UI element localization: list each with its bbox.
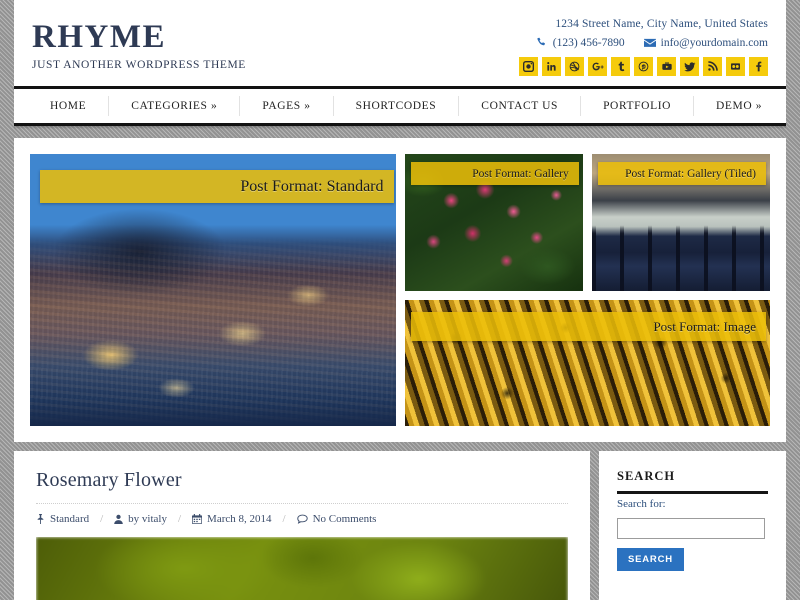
featured-right-column: Post Format: Gallery Post Format: Galler… bbox=[404, 154, 770, 426]
featured-tile-gallery-tiled[interactable]: Post Format: Gallery (Tiled) bbox=[591, 154, 770, 291]
site-logo[interactable]: RHYME bbox=[32, 20, 246, 55]
post-author-label: by vitaly bbox=[128, 513, 167, 525]
header-contact-block: 1234 Street Name, City Name, United Stat… bbox=[519, 14, 768, 76]
tumblr-icon[interactable] bbox=[611, 57, 630, 76]
post-format-meta[interactable]: Standard bbox=[36, 513, 89, 525]
post-thumbnail[interactable] bbox=[36, 537, 568, 600]
featured-caption-standard: Post Format: Standard bbox=[240, 177, 384, 195]
nav-item-demo[interactable]: DEMO » bbox=[693, 96, 784, 116]
pin-icon bbox=[36, 514, 45, 524]
search-field-label: Search for: bbox=[617, 498, 666, 510]
search-input[interactable] bbox=[617, 518, 765, 539]
featured-right-top-row: Post Format: Gallery Post Format: Galler… bbox=[404, 154, 770, 291]
contact-address: 1234 Street Name, City Name, United Stat… bbox=[555, 18, 768, 30]
featured-caption-gallery: Post Format: Gallery bbox=[472, 167, 569, 180]
rss-icon[interactable] bbox=[703, 57, 722, 76]
contact-phone-text[interactable]: (123) 456-7890 bbox=[553, 37, 625, 49]
envelope-icon bbox=[643, 37, 656, 49]
nav-item-portfolio[interactable]: PORTFOLIO bbox=[580, 96, 693, 116]
featured-tile-image[interactable]: Post Format: Image bbox=[404, 300, 770, 426]
comment-icon bbox=[296, 514, 308, 524]
search-widget-title: SEARCH bbox=[617, 469, 768, 494]
page-root: RHYME JUST ANOTHER WORDPRESS THEME 1234 … bbox=[0, 0, 800, 600]
search-button[interactable]: SEARCH bbox=[617, 548, 684, 571]
green-foliage-image bbox=[36, 537, 568, 600]
contact-details: (123) 456-7890 info@yourdomain.com bbox=[519, 37, 768, 49]
linkedin-icon[interactable] bbox=[542, 57, 561, 76]
main-content: Rosemary Flower Standard / by vitaly / M… bbox=[14, 451, 590, 600]
contact-email[interactable]: info@yourdomain.com bbox=[643, 37, 768, 49]
featured-caption-banner-standard: Post Format: Standard bbox=[40, 170, 394, 203]
nav-shadow bbox=[14, 126, 786, 129]
facebook-icon[interactable] bbox=[749, 57, 768, 76]
meta-separator-3: / bbox=[282, 513, 286, 525]
post-format-label: Standard bbox=[50, 513, 90, 525]
phone-icon bbox=[536, 37, 548, 49]
nav-item-home[interactable]: HOME bbox=[28, 96, 108, 116]
flickr-icon[interactable] bbox=[726, 57, 745, 76]
featured-tile-gallery[interactable]: Post Format: Gallery bbox=[404, 154, 583, 291]
featured-caption-image: Post Format: Image bbox=[653, 318, 756, 334]
post-title[interactable]: Rosemary Flower bbox=[36, 469, 568, 492]
instagram-icon[interactable] bbox=[519, 57, 538, 76]
post-date-meta[interactable]: March 8, 2014 bbox=[192, 513, 272, 525]
featured-caption-banner-gallery-tiled: Post Format: Gallery (Tiled) bbox=[597, 162, 766, 185]
calendar-icon bbox=[192, 514, 203, 524]
post-meta: Standard / by vitaly / March 8, 2014 / N… bbox=[36, 503, 568, 525]
pinterest-icon[interactable] bbox=[634, 57, 653, 76]
post-date-label: March 8, 2014 bbox=[207, 513, 272, 525]
meta-separator-2: / bbox=[177, 513, 182, 525]
featured-caption-gallery-tiled: Post Format: Gallery (Tiled) bbox=[625, 167, 756, 180]
featured-section: Post Format: Standard Post Format: Galle… bbox=[14, 138, 786, 442]
contact-email-text[interactable]: info@yourdomain.com bbox=[661, 37, 768, 49]
featured-tile-standard[interactable]: Post Format: Standard bbox=[30, 154, 396, 426]
featured-grid: Post Format: Standard Post Format: Galle… bbox=[30, 154, 770, 426]
site-header: RHYME JUST ANOTHER WORDPRESS THEME 1234 … bbox=[14, 0, 786, 86]
nav-item-contact-us[interactable]: CONTACT US bbox=[458, 96, 580, 116]
post-comments-meta[interactable]: No Comments bbox=[296, 513, 377, 525]
nav-item-pages[interactable]: PAGES » bbox=[239, 96, 332, 116]
meta-separator-1: / bbox=[100, 513, 104, 525]
sidebar: SEARCH Search for: SEARCH bbox=[599, 451, 786, 600]
nav-list: HOME CATEGORIES » PAGES » SHORTCODES CON… bbox=[16, 89, 784, 123]
nav-item-categories[interactable]: CATEGORIES » bbox=[108, 96, 239, 116]
social-links bbox=[519, 57, 768, 76]
youtube-icon[interactable] bbox=[657, 57, 676, 76]
post-article: Rosemary Flower Standard / by vitaly / M… bbox=[36, 469, 568, 600]
googleplus-icon[interactable] bbox=[588, 57, 607, 76]
post-comments-label: No Comments bbox=[312, 513, 377, 525]
twitter-icon[interactable] bbox=[680, 57, 699, 76]
site-tagline: JUST ANOTHER WORDPRESS THEME bbox=[32, 58, 246, 71]
site-branding[interactable]: RHYME JUST ANOTHER WORDPRESS THEME bbox=[32, 14, 246, 71]
primary-navigation: HOME CATEGORIES » PAGES » SHORTCODES CON… bbox=[14, 86, 786, 126]
user-icon bbox=[114, 514, 123, 524]
nav-item-shortcodes[interactable]: SHORTCODES bbox=[332, 96, 459, 116]
content-sidebar-row: Rosemary Flower Standard / by vitaly / M… bbox=[14, 451, 786, 600]
post-author-meta[interactable]: by vitaly bbox=[114, 513, 167, 525]
dribbble-icon[interactable] bbox=[565, 57, 584, 76]
search-widget: SEARCH Search for: SEARCH bbox=[617, 469, 768, 571]
featured-caption-banner-image: Post Format: Image bbox=[410, 312, 766, 341]
featured-caption-banner-gallery: Post Format: Gallery bbox=[410, 162, 579, 185]
contact-phone[interactable]: (123) 456-7890 bbox=[536, 37, 625, 49]
